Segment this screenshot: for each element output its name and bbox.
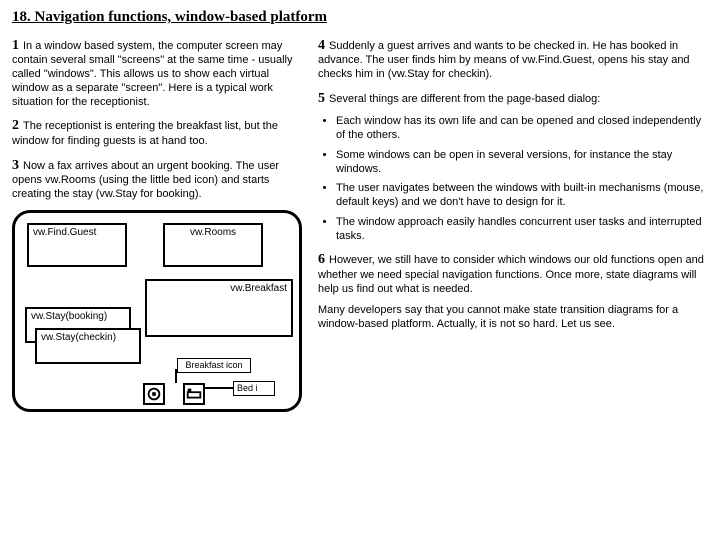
step-number-1: 1 [12, 38, 19, 53]
para-3-text: Now a fax arrives about an urgent bookin… [12, 160, 279, 200]
para-5: 5 Several things are different from the p… [318, 90, 708, 108]
label-breakfast-icon: Breakfast icon [177, 358, 251, 373]
para-4: 4Suddenly a guest arrives and wants to b… [318, 37, 708, 82]
bullet-item: The user navigates between the windows w… [336, 182, 708, 210]
step-number-2: 2 [12, 118, 19, 133]
para-2-text: The receptionist is entering the breakfa… [12, 120, 278, 147]
step-number-3: 3 [12, 158, 19, 173]
bullet-item: Some windows can be open in several vers… [336, 149, 708, 177]
connector-line [175, 369, 177, 383]
right-column: 4Suddenly a guest arrives and wants to b… [318, 37, 708, 412]
connector-line [205, 387, 233, 389]
step-number-4: 4 [318, 38, 325, 53]
screen-diagram: vw.Find.Guest vw.Rooms vw.Breakfast vw.S… [12, 210, 302, 412]
breakfast-icon [143, 383, 165, 405]
para-2: 2The receptionist is entering the breakf… [12, 117, 302, 148]
para-4-text: Suddenly a guest arrives and wants to be… [318, 40, 690, 80]
para-6-text: However, we still have to consider which… [318, 254, 704, 294]
para-5-text: Several things are different from the pa… [329, 93, 600, 105]
window-rooms: vw.Rooms [163, 223, 263, 267]
window-breakfast: vw.Breakfast [145, 279, 293, 337]
window-find-guest: vw.Find.Guest [27, 223, 127, 267]
label-bed-icon: Bed i [233, 381, 275, 396]
bullet-item: Each window has its own life and can be … [336, 115, 708, 143]
step-number-5: 5 [318, 91, 325, 106]
para-3: 3Now a fax arrives about an urgent booki… [12, 157, 302, 202]
page-title: 18. Navigation functions, window-based p… [12, 8, 708, 27]
para-6: 6However, we still have to consider whic… [318, 251, 708, 296]
window-stay-checkin: vw.Stay(checkin) [35, 328, 141, 364]
two-column-layout: 1In a window based system, the computer … [12, 37, 708, 412]
bullet-list: Each window has its own life and can be … [318, 115, 708, 243]
para-1: 1In a window based system, the computer … [12, 37, 302, 110]
para-end: Many developers say that you cannot make… [318, 304, 708, 332]
para-1-text: In a window based system, the computer s… [12, 40, 292, 108]
bed-icon [183, 383, 205, 405]
left-column: 1In a window based system, the computer … [12, 37, 302, 412]
bullet-item: The window approach easily handles concu… [336, 216, 708, 244]
step-number-6: 6 [318, 252, 325, 267]
